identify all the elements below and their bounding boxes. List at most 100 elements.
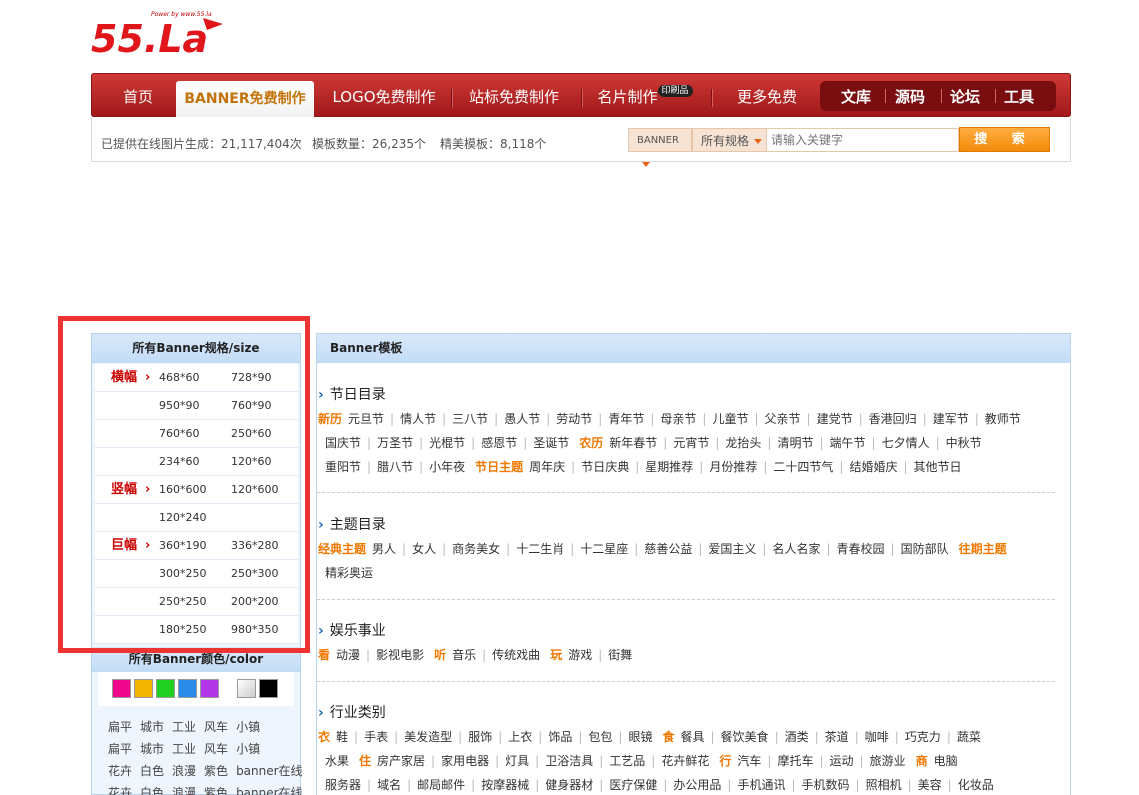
- category-link[interactable]: 音乐: [452, 648, 476, 662]
- category-link[interactable]: 茶道: [825, 730, 849, 744]
- category-link[interactable]: 包包: [588, 730, 612, 744]
- color-swatch[interactable]: [237, 679, 256, 698]
- category-label[interactable]: 新历: [318, 412, 342, 426]
- category-label[interactable]: 看: [318, 648, 330, 662]
- category-link[interactable]: 办公用品: [673, 778, 721, 792]
- nav-favicon[interactable]: 站标免费制作: [458, 73, 570, 117]
- category-label[interactable]: 节日主题: [475, 460, 523, 474]
- color-swatch[interactable]: [178, 679, 197, 698]
- category-link[interactable]: 咖啡: [865, 730, 889, 744]
- tag-link[interactable]: 白色: [140, 786, 164, 795]
- category-label[interactable]: 经典主题: [318, 542, 366, 556]
- color-swatch[interactable]: [112, 679, 131, 698]
- category-link[interactable]: 域名: [377, 778, 401, 792]
- tag-link[interactable]: 小镇: [236, 742, 260, 756]
- category-link[interactable]: 酒类: [785, 730, 809, 744]
- tag-link[interactable]: 浪漫: [172, 786, 196, 795]
- tag-link[interactable]: 紫色: [204, 764, 228, 778]
- category-link[interactable]: 健身器材: [545, 778, 593, 792]
- category-label[interactable]: 行: [719, 754, 731, 768]
- category-link[interactable]: 青年节: [608, 412, 644, 426]
- category-link[interactable]: 家用电器: [441, 754, 489, 768]
- category-link[interactable]: 美发造型: [404, 730, 452, 744]
- site-logo[interactable]: Power by www.55.la 55.La: [91, 8, 231, 58]
- nav-source[interactable]: 源码: [884, 81, 936, 111]
- category-label[interactable]: 住: [359, 754, 371, 768]
- category-link[interactable]: 小年夜: [429, 460, 465, 474]
- category-link[interactable]: 母亲节: [660, 412, 696, 426]
- category-link[interactable]: 旅游业: [870, 754, 906, 768]
- category-link[interactable]: 医疗保健: [609, 778, 657, 792]
- category-link[interactable]: 感恩节: [481, 436, 517, 450]
- tag-link[interactable]: 花卉: [108, 786, 132, 795]
- category-link[interactable]: 灯具: [505, 754, 529, 768]
- category-link[interactable]: 传统戏曲: [492, 648, 540, 662]
- category-label[interactable]: 商: [916, 754, 928, 768]
- search-size-select[interactable]: 所有规格: [692, 128, 767, 152]
- category-link[interactable]: 房产家居: [377, 754, 425, 768]
- category-link[interactable]: 按摩器械: [481, 778, 529, 792]
- category-link[interactable]: 餐饮美食: [721, 730, 769, 744]
- category-link[interactable]: 建军节: [933, 412, 969, 426]
- category-label[interactable]: 食: [662, 730, 674, 744]
- category-link[interactable]: 龙抬头: [725, 436, 761, 450]
- category-link[interactable]: 国庆节: [325, 436, 361, 450]
- search-type-select[interactable]: BANNER: [628, 128, 692, 167]
- category-link[interactable]: 端午节: [830, 436, 866, 450]
- tag-link[interactable]: 扁平: [108, 720, 132, 734]
- category-link[interactable]: 水果: [325, 754, 349, 768]
- tag-link[interactable]: banner在线: [236, 764, 303, 778]
- category-link[interactable]: 汽车: [737, 754, 761, 768]
- color-swatch[interactable]: [200, 679, 219, 698]
- tag-link[interactable]: banner在线: [236, 786, 303, 795]
- category-link[interactable]: 爱国主义: [708, 542, 756, 556]
- category-link[interactable]: 动漫: [336, 648, 360, 662]
- category-link[interactable]: 花卉鲜花: [661, 754, 709, 768]
- category-link[interactable]: 清明节: [777, 436, 813, 450]
- search-input[interactable]: [767, 128, 959, 152]
- category-link[interactable]: 摩托车: [777, 754, 813, 768]
- category-link[interactable]: 手机数码: [802, 778, 850, 792]
- category-label[interactable]: 农历: [579, 436, 603, 450]
- nav-card[interactable]: 名片制作 印刷品: [589, 73, 701, 117]
- category-link[interactable]: 中秋节: [946, 436, 982, 450]
- tag-link[interactable]: 工业: [172, 720, 196, 734]
- category-link[interactable]: 精彩奥运: [325, 566, 373, 580]
- tag-link[interactable]: 白色: [140, 764, 164, 778]
- nav-more[interactable]: 更多免费: [721, 73, 813, 117]
- tag-link[interactable]: 风车: [204, 742, 228, 756]
- category-link[interactable]: 万圣节: [377, 436, 413, 450]
- category-link[interactable]: 十二星座: [580, 542, 628, 556]
- category-link[interactable]: 影视电影: [376, 648, 424, 662]
- category-link[interactable]: 运动: [830, 754, 854, 768]
- category-link[interactable]: 女人: [412, 542, 436, 556]
- category-link[interactable]: 街舞: [608, 648, 632, 662]
- nav-tools[interactable]: 工具: [992, 81, 1046, 111]
- category-link[interactable]: 元宵节: [673, 436, 709, 450]
- category-link[interactable]: 工艺品: [609, 754, 645, 768]
- category-link[interactable]: 国防部队: [901, 542, 949, 556]
- category-link[interactable]: 月份推荐: [709, 460, 757, 474]
- category-link[interactable]: 手表: [364, 730, 388, 744]
- category-link[interactable]: 慈善公益: [644, 542, 692, 556]
- category-link[interactable]: 化妆品: [958, 778, 994, 792]
- tag-link[interactable]: 扁平: [108, 742, 132, 756]
- tag-link[interactable]: 工业: [172, 742, 196, 756]
- nav-logo[interactable]: LOGO免费制作: [327, 73, 441, 117]
- category-link[interactable]: 节日庆典: [581, 460, 629, 474]
- category-link[interactable]: 商务美女: [452, 542, 500, 556]
- tag-link[interactable]: 浪漫: [172, 764, 196, 778]
- color-swatch[interactable]: [134, 679, 153, 698]
- category-link[interactable]: 腊八节: [377, 460, 413, 474]
- category-link[interactable]: 名人名家: [772, 542, 820, 556]
- category-link[interactable]: 青春校园: [837, 542, 885, 556]
- category-link[interactable]: 电脑: [934, 754, 958, 768]
- tag-link[interactable]: 风车: [204, 720, 228, 734]
- category-link[interactable]: 眼镜: [628, 730, 652, 744]
- nav-forum[interactable]: 论坛: [938, 81, 992, 111]
- category-link[interactable]: 父亲节: [765, 412, 801, 426]
- tag-link[interactable]: 花卉: [108, 764, 132, 778]
- category-link[interactable]: 元旦节: [348, 412, 384, 426]
- category-link[interactable]: 巧克力: [905, 730, 941, 744]
- category-link[interactable]: 情人节: [400, 412, 436, 426]
